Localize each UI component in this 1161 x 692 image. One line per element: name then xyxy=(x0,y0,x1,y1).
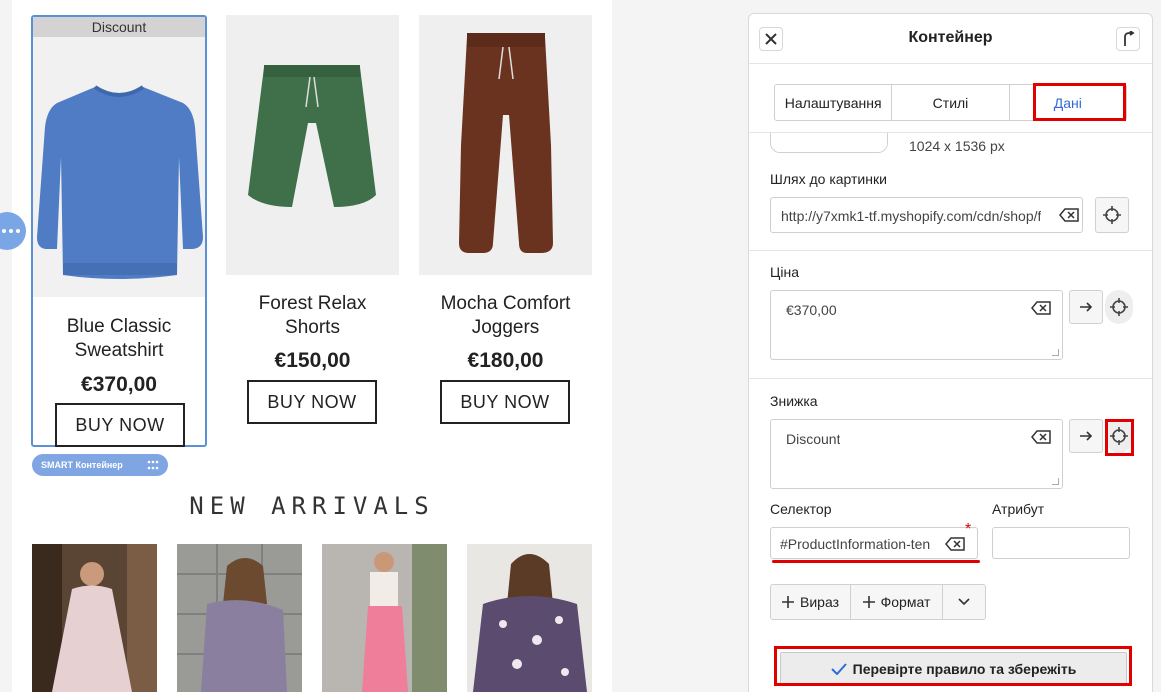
tab-data[interactable]: Дані xyxy=(1009,85,1126,120)
section-title: NEW ARRIVALS xyxy=(189,492,435,520)
image-path-input[interactable]: http://y7xmk1-tf.myshopify.com/cdn/shop/… xyxy=(770,197,1083,233)
add-format-button[interactable]: Формат xyxy=(851,585,943,619)
pin-button[interactable] xyxy=(1116,27,1140,51)
plus-icon xyxy=(862,596,875,608)
product-name: Blue Classic Sweatshirt xyxy=(33,315,205,363)
dot-icon xyxy=(16,229,20,233)
selector-value: #ProductInformation-ten xyxy=(780,536,931,552)
attribute-label: Атрибут xyxy=(992,501,1045,517)
crosshair-icon xyxy=(1110,298,1128,316)
more-options-button[interactable] xyxy=(943,585,985,619)
clear-icon[interactable] xyxy=(1059,208,1079,222)
price-value: €370,00 xyxy=(786,302,837,318)
smart-container-label: SMART Контейнер xyxy=(41,460,123,470)
image-thumbnail xyxy=(770,133,888,153)
checkmark-icon xyxy=(830,663,847,675)
discount-value: Discount xyxy=(786,431,841,447)
clear-icon[interactable] xyxy=(1031,430,1051,444)
selector-label: Селектор xyxy=(770,501,832,517)
crosshair-icon xyxy=(1110,427,1128,445)
product-card[interactable]: Forest Relax Shorts €150,00 BUY NOW xyxy=(226,15,399,435)
product-image-joggers xyxy=(419,15,592,275)
resize-handle[interactable] xyxy=(1052,349,1059,356)
properties-panel: Контейнер Налаштування Стилі Дані 1024 x… xyxy=(748,13,1153,692)
product-image-sweatshirt xyxy=(33,37,205,297)
product-price: €150,00 xyxy=(274,349,351,372)
attribute-input[interactable] xyxy=(992,527,1130,559)
product-name-line-1: Mocha Comfort xyxy=(440,293,571,314)
price-input[interactable]: €370,00 xyxy=(770,290,1063,360)
product-card[interactable]: Mocha Comfort Joggers €180,00 BUY NOW xyxy=(419,15,592,435)
format-label: Формат xyxy=(880,594,931,610)
product-name-line-2: Shorts xyxy=(285,317,340,338)
price-label: Ціна xyxy=(770,264,799,280)
arrow-right-icon xyxy=(1080,302,1093,312)
arrival-image[interactable] xyxy=(467,544,592,692)
error-underline xyxy=(772,560,980,563)
image-path-label: Шлях до картинки xyxy=(770,171,887,187)
image-path-value: http://y7xmk1-tf.myshopify.com/cdn/shop/… xyxy=(781,208,1041,224)
buy-now-button[interactable]: BUY NOW xyxy=(440,380,570,424)
product-name: Mocha Comfort Joggers xyxy=(419,292,592,340)
pick-element-button[interactable] xyxy=(1105,419,1133,453)
selector-input[interactable]: #ProductInformation-ten xyxy=(770,527,978,559)
required-asterisk: * xyxy=(965,521,972,538)
pick-element-button[interactable] xyxy=(1095,197,1129,233)
panel-title: Контейнер xyxy=(908,29,993,46)
dot-icon xyxy=(9,229,13,233)
panel-content: 1024 x 1536 px Шлях до картинки http://y… xyxy=(749,132,1152,692)
arrival-image[interactable] xyxy=(32,544,157,692)
save-rule-button[interactable]: Перевірте правило та збережіть xyxy=(780,652,1127,686)
discount-label: Знижка xyxy=(770,393,818,409)
clear-icon[interactable] xyxy=(1031,301,1051,315)
arrival-image[interactable] xyxy=(322,544,447,692)
product-name: Forest Relax Shorts xyxy=(226,292,399,340)
insert-button[interactable] xyxy=(1069,419,1103,453)
crosshair-icon xyxy=(1103,206,1121,224)
product-price: €180,00 xyxy=(467,349,544,372)
clear-icon[interactable] xyxy=(945,537,965,551)
divider xyxy=(749,378,1152,379)
product-name-line-2: Sweatshirt xyxy=(74,340,164,361)
discount-input[interactable]: Discount xyxy=(770,419,1063,489)
insert-button[interactable] xyxy=(1069,290,1103,324)
chevron-down-icon xyxy=(958,598,970,606)
expression-label: Вираз xyxy=(800,594,839,610)
save-rule-label: Перевірте правило та збережіть xyxy=(852,661,1077,677)
plus-icon xyxy=(782,596,794,608)
resize-handle[interactable] xyxy=(1052,478,1059,485)
discount-badge: Discount xyxy=(33,17,205,37)
dot-icon xyxy=(2,229,6,233)
buy-now-button[interactable]: BUY NOW xyxy=(55,403,185,447)
add-expression-button[interactable]: Вираз xyxy=(771,585,851,619)
product-image-shorts xyxy=(226,15,399,275)
divider xyxy=(749,250,1152,251)
arrow-up-icon xyxy=(1124,31,1135,46)
panel-header: Контейнер xyxy=(749,14,1152,64)
buy-now-button[interactable]: BUY NOW xyxy=(247,380,377,424)
drag-handle-icon[interactable] xyxy=(146,458,160,472)
pick-element-button[interactable] xyxy=(1105,290,1133,324)
panel-tabs: Налаштування Стилі Дані xyxy=(774,84,1127,121)
image-dimensions: 1024 x 1536 px xyxy=(909,138,1005,154)
expression-toolbar: Вираз Формат xyxy=(770,584,986,620)
smart-container-tag[interactable]: SMART Контейнер xyxy=(32,454,168,476)
product-name-line-2: Joggers xyxy=(471,317,540,338)
arrival-image[interactable] xyxy=(177,544,302,692)
tab-styles[interactable]: Стилі xyxy=(892,85,1010,120)
page-canvas: Discount Blue Classic Sweatshirt €370,00… xyxy=(12,0,612,692)
tab-settings[interactable]: Налаштування xyxy=(775,85,893,120)
arrow-right-icon xyxy=(1080,431,1093,441)
product-name-line-1: Blue Classic xyxy=(66,316,172,337)
product-price: €370,00 xyxy=(81,373,157,396)
product-name-line-1: Forest Relax xyxy=(258,293,367,314)
product-card-selected[interactable]: Discount Blue Classic Sweatshirt €370,00… xyxy=(31,15,207,447)
